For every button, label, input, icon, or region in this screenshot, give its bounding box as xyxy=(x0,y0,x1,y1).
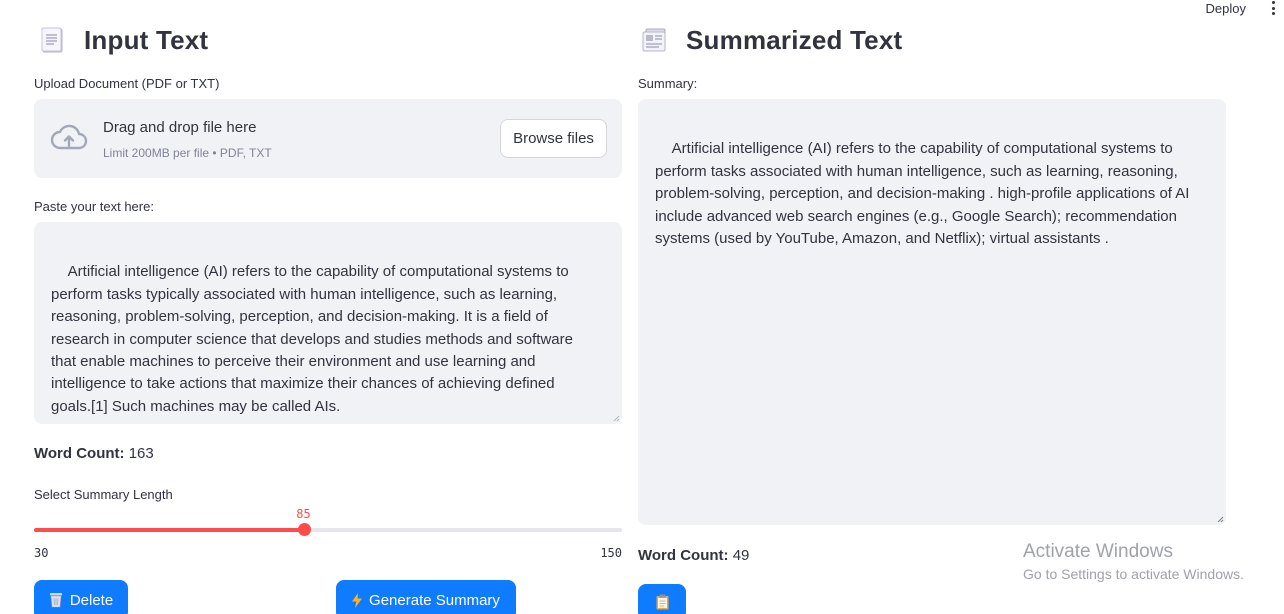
input-word-count: Word Count: 163 xyxy=(34,445,154,462)
copy-summary-button[interactable] xyxy=(638,584,686,614)
browse-files-button[interactable]: Browse files xyxy=(500,119,607,158)
cloud-upload-icon xyxy=(50,124,88,150)
summary-word-count: Word Count: 49 xyxy=(638,547,749,564)
input-word-count-label: Word Count: xyxy=(34,445,125,462)
kebab-menu-icon[interactable] xyxy=(1268,0,1278,16)
file-dropzone[interactable]: Drag and drop file here Limit 200MB per … xyxy=(34,99,622,178)
dropzone-limit: Limit 200MB per file • PDF, TXT xyxy=(103,146,272,160)
resize-grip-icon[interactable] xyxy=(613,415,620,422)
clipboard-icon xyxy=(656,594,668,610)
deploy-button[interactable]: Deploy xyxy=(1206,1,1246,16)
generate-summary-label: Generate Summary xyxy=(369,591,500,609)
input-title: Input Text xyxy=(84,24,209,55)
summary-word-count-value: 49 xyxy=(732,547,750,564)
input-heading: Input Text xyxy=(40,24,208,56)
slider-value: 85 xyxy=(296,507,311,521)
activate-windows-watermark: Activate Windows Go to Settings to activ… xyxy=(1023,541,1244,582)
input-textarea[interactable]: Artificial intelligence (AI) refers to t… xyxy=(34,222,622,424)
summary-heading: Summarized Text xyxy=(642,24,902,56)
summary-word-count-label: Word Count: xyxy=(638,547,729,564)
slider-thumb[interactable] xyxy=(297,523,311,536)
generate-summary-button[interactable]: Generate Summary xyxy=(336,580,516,614)
input-text: Artificial intelligence (AI) refers to t… xyxy=(51,263,578,415)
summary-text: Artificial intelligence (AI) refers to t… xyxy=(655,140,1194,248)
summary-textarea[interactable]: Artificial intelligence (AI) refers to t… xyxy=(638,99,1226,525)
dropzone-instructions: Drag and drop file here xyxy=(103,119,257,136)
slider-min-label: 30 xyxy=(34,546,49,560)
paste-label: Paste your text here: xyxy=(34,199,154,214)
page-facing-up-icon xyxy=(41,27,63,53)
slider-max-label: 150 xyxy=(600,546,622,560)
watermark-title: Activate Windows xyxy=(1023,541,1173,562)
input-word-count-value: 163 xyxy=(128,445,154,462)
slider-fill xyxy=(34,528,304,532)
lightning-icon xyxy=(352,592,363,608)
summary-label: Summary: xyxy=(638,76,698,91)
delete-button[interactable]: Delete xyxy=(34,580,128,614)
summary-title: Summarized Text xyxy=(686,24,903,55)
upload-label: Upload Document (PDF or TXT) xyxy=(34,76,220,91)
newspaper-icon xyxy=(642,28,666,52)
watermark-subtitle: Go to Settings to activate Windows. xyxy=(1023,566,1244,582)
resize-grip-icon[interactable] xyxy=(1217,516,1224,523)
top-toolbar: Deploy xyxy=(1164,0,1284,20)
slider-label: Select Summary Length xyxy=(34,487,173,502)
summary-length-slider[interactable] xyxy=(34,523,622,536)
delete-button-label: Delete xyxy=(69,591,114,609)
wastebasket-icon xyxy=(49,593,62,608)
